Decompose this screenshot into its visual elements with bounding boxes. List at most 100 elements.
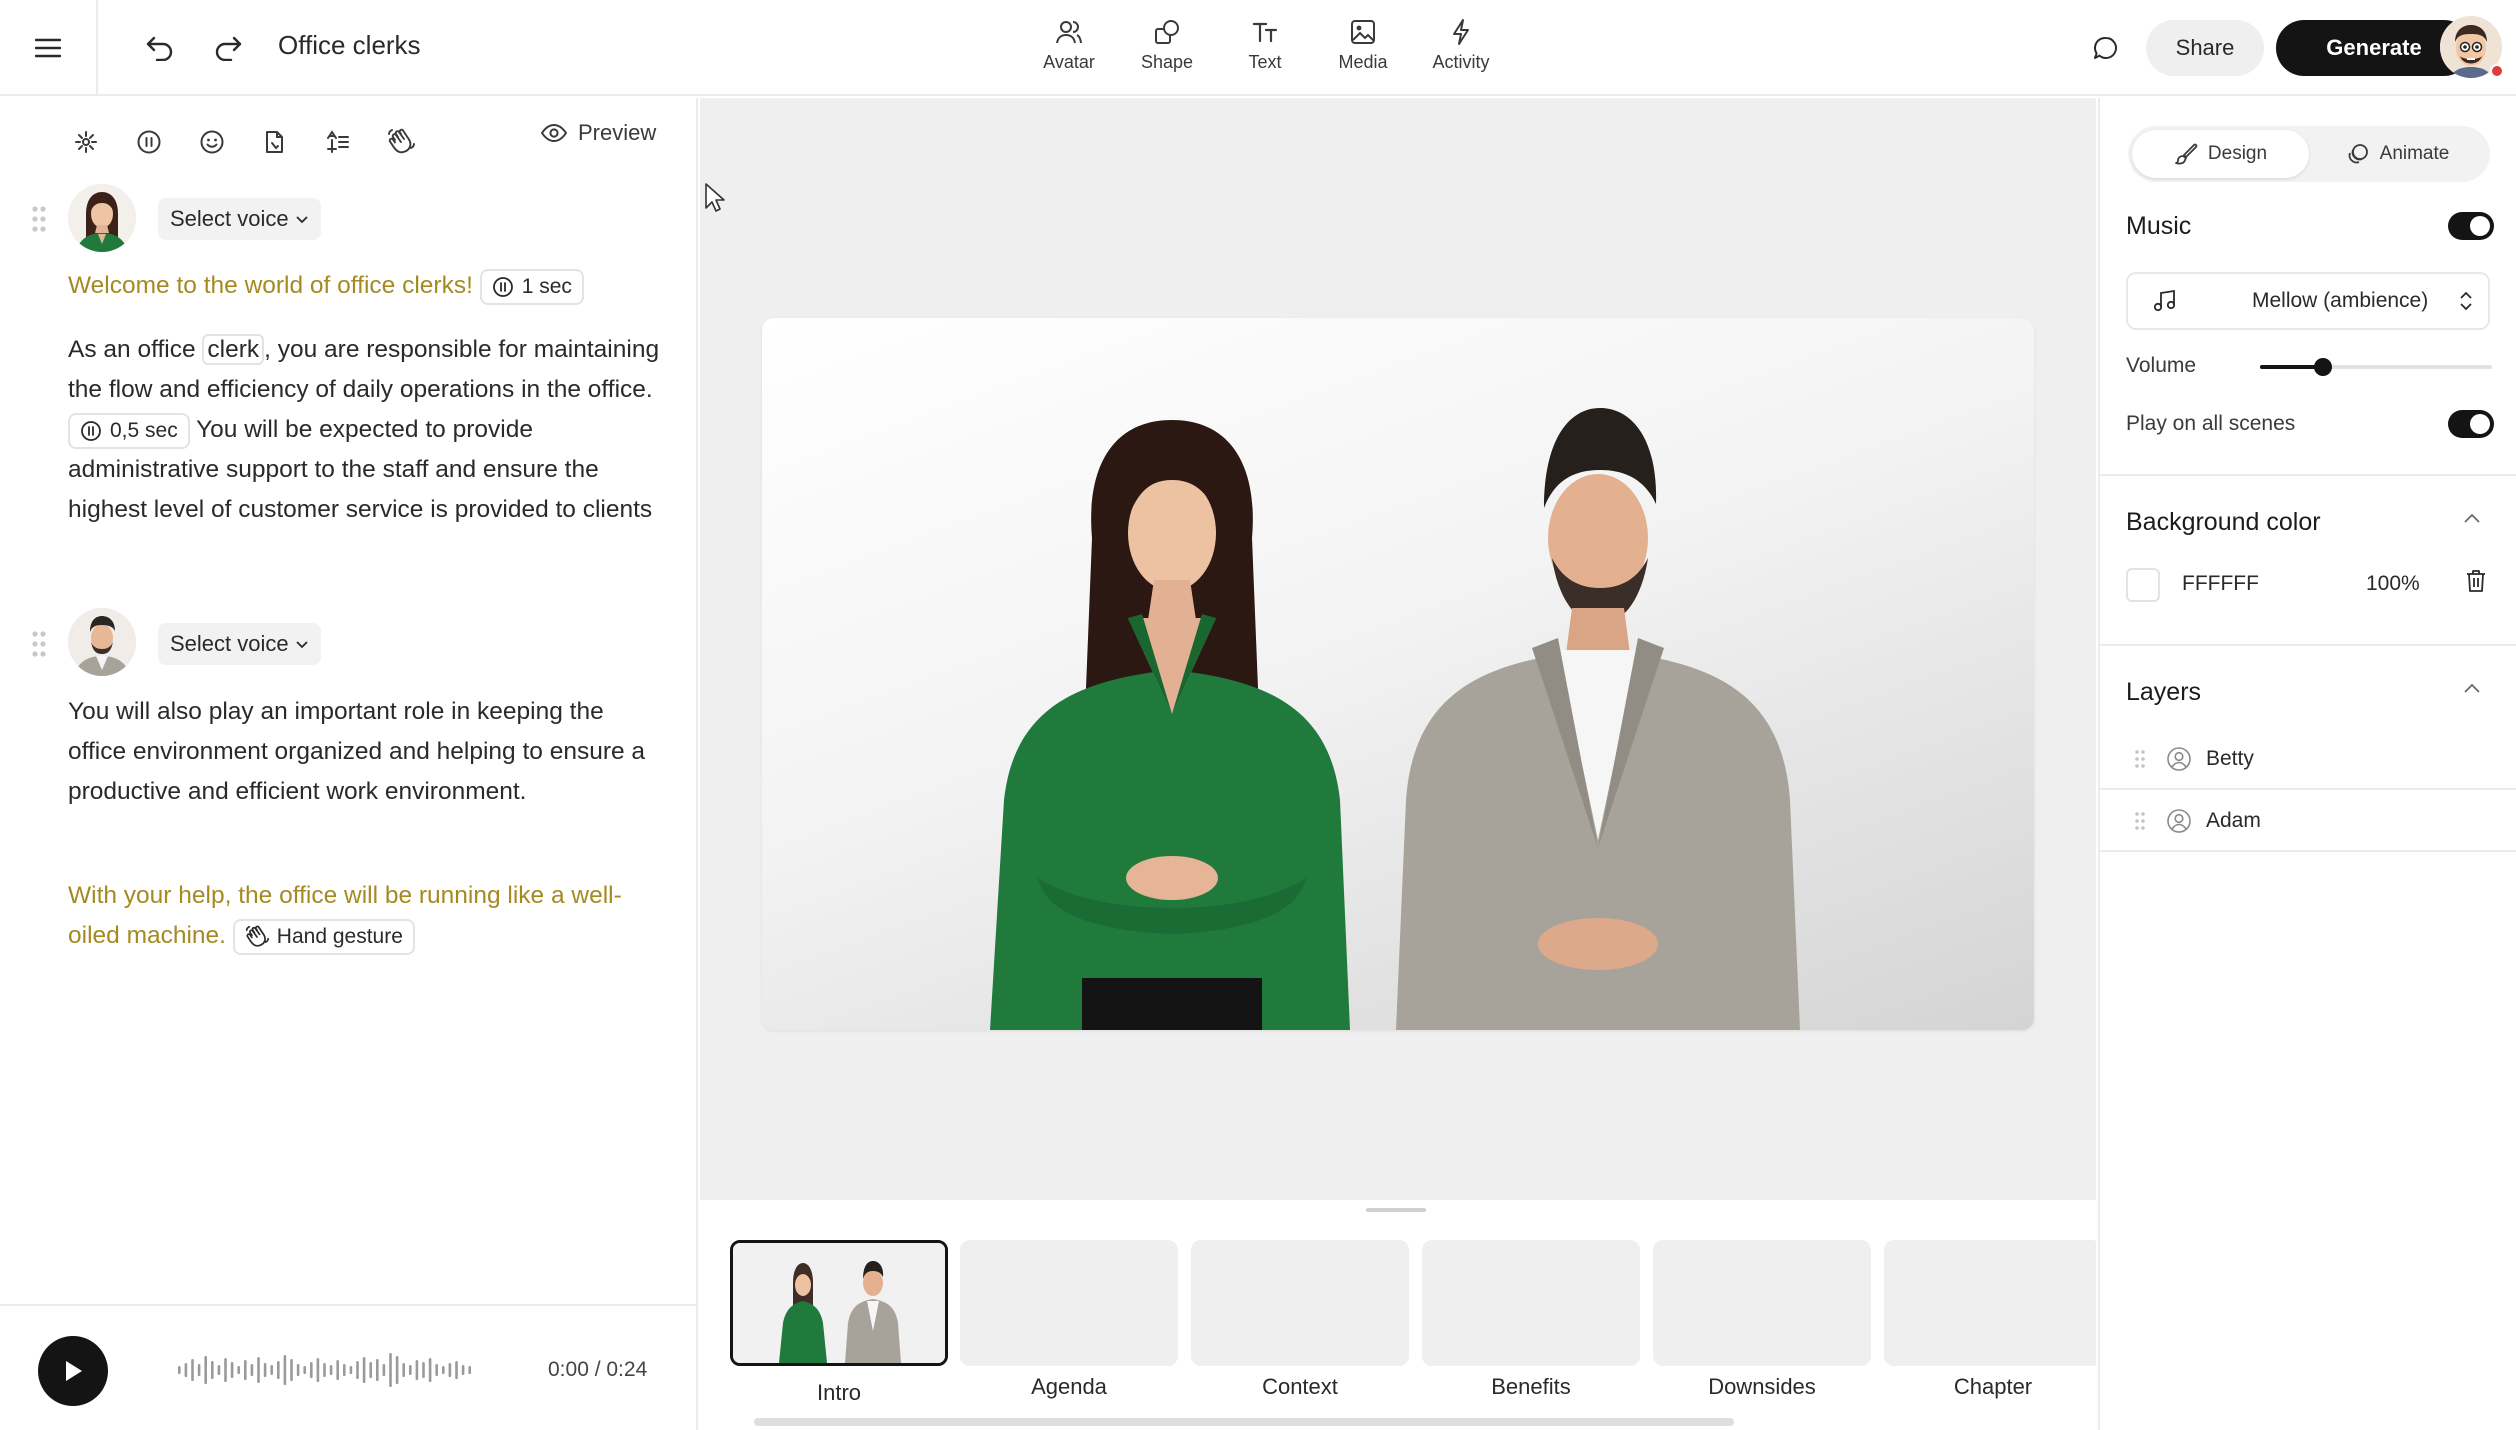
drag-dots-icon[interactable]	[2134, 749, 2146, 769]
scene-benefits[interactable]: Benefits	[1422, 1240, 1640, 1400]
ai-rewrite-button[interactable]	[62, 118, 110, 166]
pause-circle-icon	[492, 276, 513, 297]
drag-dots-icon[interactable]	[2134, 811, 2146, 831]
comment-icon	[2094, 36, 2117, 59]
speaker-avatar-adam[interactable]	[68, 608, 136, 676]
tab-animate[interactable]: Animate	[2309, 130, 2486, 178]
document-voice-icon	[266, 131, 283, 153]
pause-duration: 0,5 sec	[110, 419, 178, 443]
pronunciation-word[interactable]: clerk	[202, 334, 265, 365]
tool-media[interactable]: Media	[1314, 18, 1412, 73]
tool-label: Media	[1338, 52, 1388, 72]
layers-heading: Layers	[2126, 678, 2202, 706]
hand-wave-icon	[388, 128, 415, 154]
scene-intro-thumbnail-illustration	[733, 1243, 945, 1363]
tool-label: Text	[1248, 52, 1282, 72]
preview-label: Preview	[578, 120, 657, 145]
scene-chapter[interactable]: Chapter	[1884, 1240, 2096, 1400]
speaker-drag-handle[interactable]	[30, 204, 48, 234]
scenes-scrollbar[interactable]	[754, 1418, 1734, 1426]
audio-player: 0:00 / 0:24	[0, 1304, 698, 1428]
voice-select-adam[interactable]: Select voice	[158, 623, 321, 665]
voice-select-betty[interactable]: Select voice	[158, 198, 321, 240]
background-color-swatch[interactable]	[2126, 568, 2160, 602]
pause-circle-icon	[137, 130, 161, 154]
menu-button[interactable]	[28, 28, 68, 68]
chevron-up-icon[interactable]	[2462, 512, 2482, 526]
share-button[interactable]: Share	[2146, 20, 2264, 76]
scene-preview-stage[interactable]	[762, 318, 2034, 1030]
script-paragraph-intro[interactable]: Welcome to the world of office clerks! 1…	[68, 266, 668, 306]
play-icon	[66, 1361, 82, 1381]
script-paragraph-body[interactable]: As an office clerk, you are responsible …	[68, 330, 668, 530]
insert-gesture-button[interactable]	[377, 118, 425, 166]
speaker-avatar-betty[interactable]	[68, 184, 136, 252]
script-paragraph-role[interactable]: You will also play an important role in …	[68, 692, 668, 812]
project-title[interactable]: Office clerks	[278, 30, 421, 61]
avatars-scene-illustration	[990, 408, 1800, 1030]
scene-intro[interactable]: Intro	[730, 1240, 948, 1406]
layer-betty[interactable]: Betty	[2100, 730, 2516, 790]
script-paragraph-outro[interactable]: With your help, the office will be runni…	[68, 876, 668, 956]
chevron-up-icon[interactable]	[2462, 682, 2482, 696]
scene-thumbnail	[1884, 1240, 2096, 1366]
trash-icon[interactable]	[2464, 568, 2488, 594]
comments-button[interactable]	[2084, 26, 2128, 70]
text-format-button[interactable]	[314, 118, 362, 166]
background-color-heading: Background color	[2126, 508, 2321, 536]
text-icon	[1252, 22, 1278, 43]
scene-label: Benefits	[1491, 1374, 1571, 1399]
pause-chip[interactable]: 1 sec	[479, 268, 584, 305]
tool-text[interactable]: Text	[1216, 18, 1314, 73]
layer-name: Betty	[2206, 747, 2254, 770]
audio-waveform[interactable]	[178, 1350, 478, 1390]
scene-agenda[interactable]: Agenda	[960, 1240, 1178, 1400]
tool-avatar[interactable]: Avatar	[1020, 18, 1118, 73]
canvas-area	[700, 98, 2096, 1200]
script-text: You will also play an important role in …	[68, 698, 646, 805]
redo-icon	[215, 36, 242, 61]
pause-chip[interactable]: 0,5 sec	[68, 412, 190, 449]
scene-downsides[interactable]: Downsides	[1653, 1240, 1871, 1400]
drag-dots-icon	[32, 206, 46, 232]
chevron-down-icon	[295, 641, 308, 649]
tool-shape[interactable]: Shape	[1118, 18, 1216, 73]
redo-button[interactable]	[206, 26, 250, 70]
volume-slider[interactable]	[2260, 358, 2492, 376]
script-toolbar	[62, 118, 425, 166]
top-bar: Office clerks Avatar Shape Text Media Ac…	[0, 0, 2516, 96]
volume-slider-thumb[interactable]	[2313, 358, 2332, 376]
eye-icon	[540, 123, 568, 143]
background-color-hex[interactable]: FFFFFF	[2182, 572, 2259, 596]
timeline-resize-handle[interactable]	[1366, 1208, 1426, 1212]
script-panel: Preview Select voice Welcome to the worl…	[0, 98, 698, 1430]
scene-context[interactable]: Context	[1191, 1240, 1409, 1400]
music-track-name: Mellow (ambience)	[2252, 289, 2429, 312]
insert-emotion-button[interactable]	[188, 118, 236, 166]
play-on-all-scenes-label: Play on all scenes	[2126, 412, 2296, 435]
gesture-chip[interactable]: Hand gesture	[232, 918, 415, 955]
undo-button[interactable]	[138, 26, 182, 70]
scene-thumbnail	[960, 1240, 1178, 1366]
music-track-select[interactable]: Mellow (ambience)	[2126, 272, 2490, 330]
menu-divider	[96, 0, 98, 96]
music-toggle[interactable]	[2448, 212, 2494, 240]
speaker-drag-handle[interactable]	[30, 629, 48, 659]
background-opacity[interactable]: 100%	[2366, 572, 2420, 596]
preview-button[interactable]: Preview	[540, 120, 656, 146]
layer-adam[interactable]: Adam	[2100, 792, 2516, 852]
person-circle-icon	[2167, 809, 2191, 833]
pause-duration: 1 sec	[521, 275, 572, 299]
scene-label: Downsides	[1708, 1374, 1816, 1399]
insert-pause-button[interactable]	[125, 118, 173, 166]
brush-icon	[2175, 143, 2198, 165]
hand-wave-icon	[245, 925, 269, 947]
notification-dot	[2490, 64, 2504, 78]
tool-activity[interactable]: Activity	[1412, 18, 1510, 73]
avatar-betty	[990, 420, 1350, 1030]
play-button[interactable]	[38, 1336, 108, 1406]
tab-design[interactable]: Design	[2132, 130, 2309, 178]
script-text: As an office	[68, 336, 203, 363]
play-on-all-scenes-toggle[interactable]	[2448, 410, 2494, 438]
pronunciation-button[interactable]	[251, 118, 299, 166]
